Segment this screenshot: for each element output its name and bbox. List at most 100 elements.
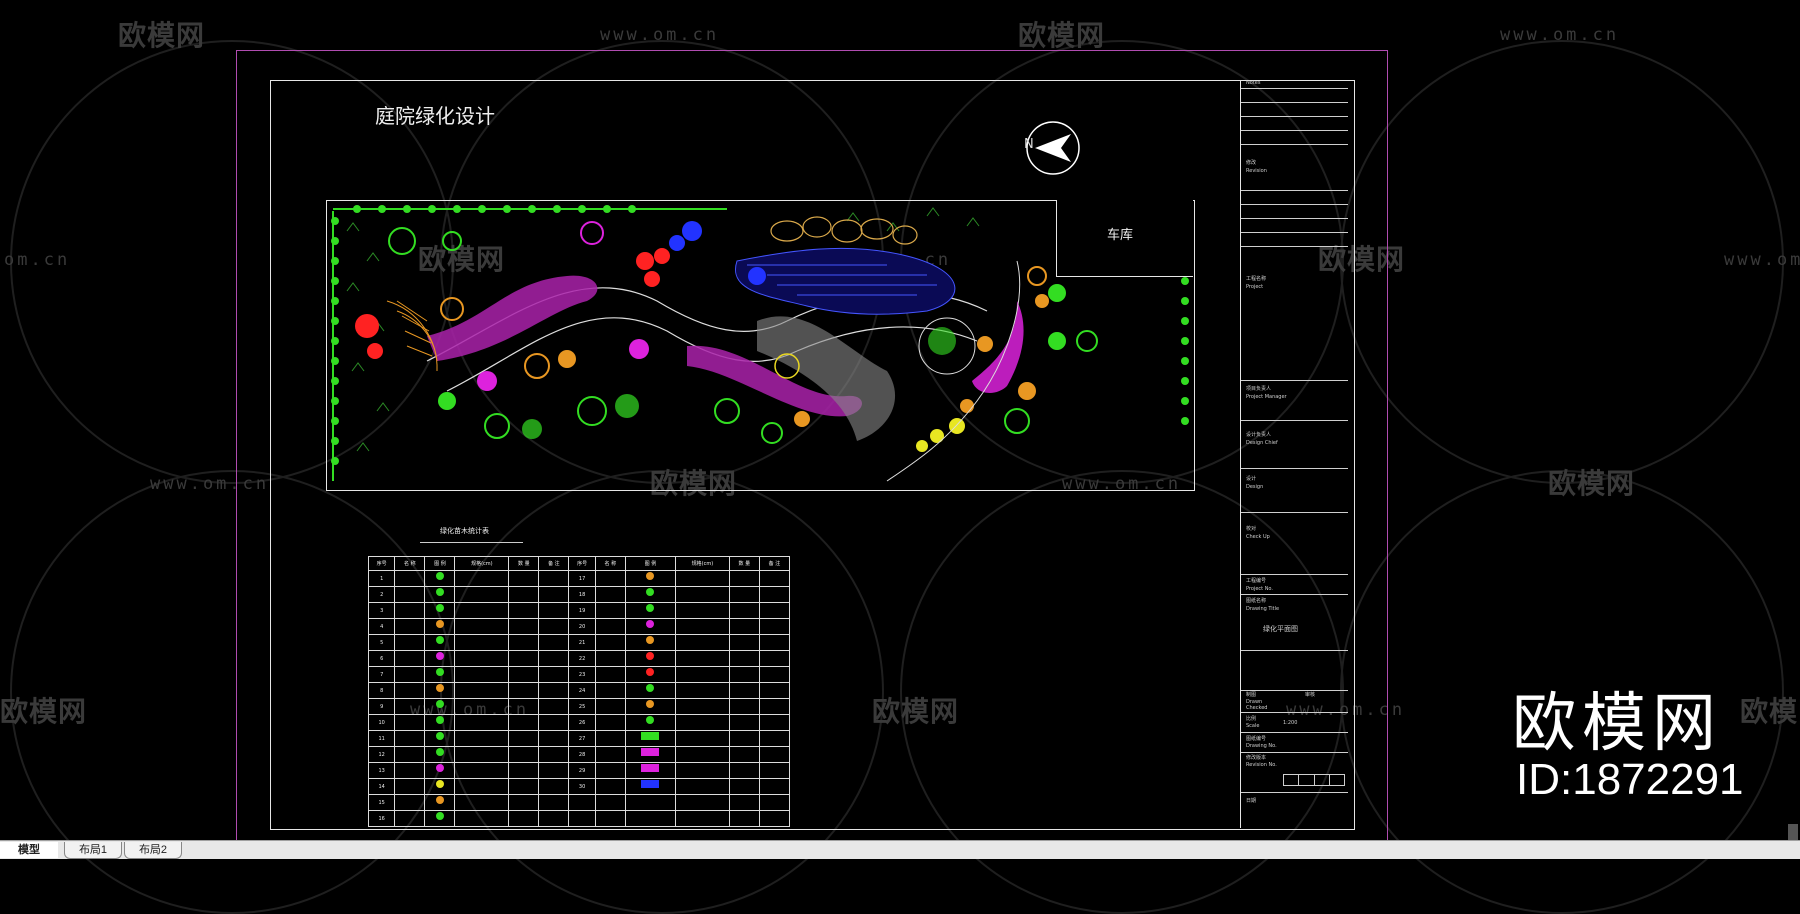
legend-number: 24 bbox=[568, 682, 596, 699]
legend-spec bbox=[674, 682, 730, 699]
legend-symbol-icon bbox=[624, 634, 676, 651]
legend-spec bbox=[454, 618, 510, 635]
legend-spec bbox=[674, 666, 730, 683]
legend-note bbox=[538, 746, 570, 763]
plant-legend-table: 序号名 称图 例规格(cm) 数 量备 注序号名 称图 例规格(cm) 数 量备 注… bbox=[367, 556, 791, 827]
legend-number: 4 bbox=[367, 618, 396, 635]
legend-row: 14 30 bbox=[367, 778, 791, 795]
legend-qty bbox=[508, 698, 540, 715]
legend-note bbox=[538, 730, 570, 747]
scrollbar-thumb[interactable] bbox=[1788, 824, 1798, 840]
layout-tab-bar: 模型 布局1 布局2 bbox=[0, 840, 1800, 859]
legend-header-cell: 名 称 bbox=[594, 556, 626, 571]
legend-note bbox=[758, 570, 791, 587]
legend-symbol-icon bbox=[424, 762, 456, 779]
legend-qty bbox=[728, 586, 760, 603]
legend-number: 1 bbox=[367, 570, 396, 587]
legend-spec bbox=[674, 730, 730, 747]
legend-name bbox=[594, 666, 626, 683]
legend-spec bbox=[674, 746, 730, 763]
legend-note bbox=[758, 746, 791, 763]
legend-name bbox=[394, 570, 426, 587]
tb-scale-en: Scale bbox=[1246, 723, 1260, 729]
legend-symbol-icon bbox=[424, 682, 456, 699]
legend-name bbox=[594, 634, 626, 651]
legend-number: 8 bbox=[367, 682, 396, 699]
tb-drawing-title: 绿化平面图 bbox=[1263, 625, 1298, 633]
legend-symbol-icon bbox=[424, 586, 456, 603]
legend-spec bbox=[454, 682, 510, 699]
legend-number: 27 bbox=[568, 730, 596, 747]
legend-symbol-icon bbox=[624, 602, 676, 619]
brand-watermark: 欧模网 bbox=[1512, 687, 1722, 761]
legend-name bbox=[394, 762, 426, 779]
tab-layout-2[interactable]: 布局2 bbox=[124, 842, 182, 859]
tb-title-cn: 图纸名称 bbox=[1246, 598, 1267, 604]
legend-name bbox=[394, 810, 426, 827]
legend-name bbox=[594, 730, 626, 747]
legend-qty bbox=[728, 618, 760, 635]
legend-qty bbox=[508, 586, 540, 603]
drawing-title: 庭院绿化设计 bbox=[375, 104, 495, 128]
legend-header-cell: 备 注 bbox=[538, 556, 570, 571]
legend-row: 7 23 bbox=[367, 666, 791, 683]
legend-spec bbox=[454, 634, 510, 651]
tb-projno-en: Project No. bbox=[1246, 586, 1273, 592]
legend-qty bbox=[728, 698, 760, 715]
legend-name bbox=[394, 634, 426, 651]
legend-title-rule bbox=[420, 542, 523, 543]
legend-qty bbox=[508, 810, 540, 827]
tb-drawno-cn: 图纸编号 bbox=[1246, 736, 1267, 742]
legend-empty-cell bbox=[674, 810, 730, 827]
legend-qty bbox=[508, 650, 540, 667]
legend-spec bbox=[454, 698, 510, 715]
legend-header-cell: 规格(cm) bbox=[454, 556, 510, 571]
tb-design-cn: 设计 bbox=[1246, 476, 1257, 482]
legend-note bbox=[758, 618, 791, 635]
legend-symbol-icon bbox=[424, 634, 456, 651]
legend-number: 14 bbox=[367, 778, 396, 795]
legend-qty bbox=[508, 682, 540, 699]
legend-row: 2 18 bbox=[367, 586, 791, 603]
legend-header-cell: 图 例 bbox=[624, 556, 676, 571]
tb-revno-en: Revision No. bbox=[1246, 762, 1277, 768]
legend-qty bbox=[508, 618, 540, 635]
legend-number: 28 bbox=[568, 746, 596, 763]
rockery bbox=[770, 216, 918, 245]
legend-number: 26 bbox=[568, 714, 596, 731]
legend-number: 6 bbox=[367, 650, 396, 667]
legend-number: 2 bbox=[367, 586, 396, 603]
legend-symbol-icon bbox=[424, 778, 456, 795]
legend-header-cell: 数 量 bbox=[508, 556, 540, 571]
legend-name bbox=[594, 650, 626, 667]
legend-qty bbox=[728, 602, 760, 619]
legend-symbol-icon bbox=[424, 698, 456, 715]
tb-scale-value: 1:200 bbox=[1283, 720, 1298, 726]
legend-symbol-icon bbox=[624, 730, 676, 747]
legend-name bbox=[394, 602, 426, 619]
legend-symbol-icon bbox=[624, 570, 676, 587]
legend-name bbox=[394, 666, 426, 683]
legend-spec bbox=[454, 586, 510, 603]
pond bbox=[734, 247, 956, 315]
legend-spec bbox=[674, 586, 730, 603]
tb-date-cn: 日期 bbox=[1246, 798, 1257, 804]
legend-number: 23 bbox=[568, 666, 596, 683]
legend-row: 5 21 bbox=[367, 634, 791, 651]
legend-symbol-icon bbox=[624, 586, 676, 603]
legend-note bbox=[538, 762, 570, 779]
legend-qty bbox=[728, 730, 760, 747]
tab-model[interactable]: 模型 bbox=[0, 842, 58, 858]
legend-qty bbox=[508, 762, 540, 779]
legend-row: 6 22 bbox=[367, 650, 791, 667]
legend-spec bbox=[674, 778, 730, 795]
legend-header-cell: 名 称 bbox=[394, 556, 426, 571]
legend-qty bbox=[728, 746, 760, 763]
tb-pm-en: Project Manager bbox=[1246, 394, 1287, 400]
legend-number: 22 bbox=[568, 650, 596, 667]
tab-layout-1[interactable]: 布局1 bbox=[64, 842, 122, 859]
legend-note bbox=[538, 634, 570, 651]
legend-spec bbox=[674, 762, 730, 779]
legend-qty bbox=[728, 714, 760, 731]
legend-number: 21 bbox=[568, 634, 596, 651]
